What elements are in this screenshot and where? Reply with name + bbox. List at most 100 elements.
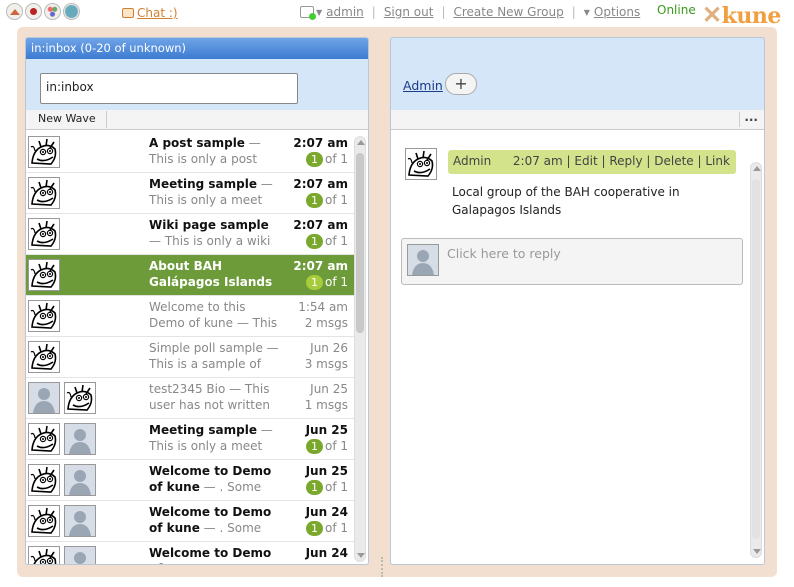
message-count: 1 msgs (304, 398, 348, 412)
status-icon[interactable] (300, 6, 316, 20)
wave-summary: Welcome to Demo of kune — . Some tips to (149, 504, 284, 536)
participant-link[interactable]: Admin (403, 78, 443, 93)
unread-badge: 1 (305, 193, 323, 208)
search-input[interactable]: in:inbox (40, 73, 298, 104)
add-participant-button[interactable]: + (445, 73, 477, 95)
divider: | (371, 5, 376, 19)
divider: | (441, 5, 446, 19)
unread-badge: 1 (305, 152, 323, 167)
wave-list: A post sample — This is only a post samp… (26, 132, 354, 564)
wave-time: Jun 24 (305, 546, 348, 560)
wave-item[interactable]: Welcome to Demo of kune — . Some tips to… (26, 501, 354, 542)
wave-item[interactable]: Welcome to Demo of kune — . Some tips to… (26, 460, 354, 501)
wave-summary: Welcome to Demo of kune — . Some tips to (149, 463, 284, 495)
wave-summary: Welcome to Demo of (149, 545, 284, 564)
wave-title: A post sample (149, 136, 245, 150)
wave-title: About BAH Galápagos Islands (149, 259, 273, 289)
options-link[interactable]: Options (594, 5, 640, 19)
wave-snippet: Simple poll sample — This is a sample of… (149, 341, 279, 371)
globe-icon[interactable] (63, 3, 80, 20)
avatar (64, 505, 96, 537)
scroll-up-arrow[interactable] (357, 140, 365, 145)
message-count: of 1 (324, 439, 348, 453)
wave-item[interactable]: Welcome to this Demo of kune — This 1:54 … (26, 296, 354, 337)
avatar (28, 259, 60, 291)
wave-meta: 1:54 am 2 msgs (298, 299, 348, 331)
more-options-button[interactable]: ... (744, 110, 758, 124)
online-status[interactable]: Online (657, 3, 696, 17)
wave-snippet: — This is only a wiki (149, 234, 271, 248)
chevron-down-icon[interactable]: ▼ (584, 8, 590, 17)
wave-scrollbar[interactable] (750, 162, 762, 558)
wave-item[interactable]: Meeting sample — This is only a meet 2:07… (26, 173, 354, 214)
wave-meta: 2:07 am 1 of 1 (293, 135, 348, 167)
wave-summary: Simple poll sample — This is a sample of… (149, 340, 284, 372)
inbox-scrollbar[interactable] (354, 136, 366, 562)
scroll-thumb[interactable] (752, 179, 760, 539)
blip-reply-action[interactable]: Reply (609, 154, 642, 168)
wave-summary: test2345 Bio — This user has not written… (149, 381, 284, 413)
top-bar: Chat :) ▼ admin | Sign out | Create New … (0, 0, 794, 29)
blip-time: 2:07 am (512, 154, 563, 168)
blip-body: Local group of the BAH cooperative in Ga… (452, 185, 680, 217)
new-wave-button[interactable]: New Wave (28, 111, 107, 128)
unread-badge: 1 (305, 521, 323, 536)
unread-badge: 1 (305, 275, 323, 290)
wave-meta: Jun 25 1 of 1 (306, 463, 348, 495)
message-count: of 1 (324, 193, 348, 207)
avatar (28, 300, 60, 332)
wave-snippet: test2345 Bio — This user has not written… (149, 382, 270, 412)
blip-delete-action[interactable]: Delete (654, 154, 693, 168)
wave-toolbar: ... (391, 110, 764, 130)
wave-item[interactable]: Meeting sample — This is only a meet Jun … (26, 419, 354, 460)
scroll-thumb[interactable] (356, 153, 364, 333)
chevron-down-icon[interactable]: ▼ (316, 8, 322, 17)
wave-meta: Jun 26 3 msgs (305, 340, 348, 372)
wave-item[interactable]: A post sample — This is only a post samp… (26, 132, 354, 173)
blip-meta: Admin 2:07 am | Edit | Reply | Delete | … (448, 150, 736, 174)
kune-logo: ✕kune (702, 0, 781, 29)
unread-badge: 1 (305, 439, 323, 454)
message-count: 3 msgs (304, 357, 348, 371)
wave-item[interactable]: Simple poll sample — This is a sample of… (26, 337, 354, 378)
avatar (28, 505, 60, 537)
blip-edit-action[interactable]: Edit (574, 154, 597, 168)
splitter-handle[interactable] (381, 557, 385, 577)
user-link[interactable]: admin (326, 5, 364, 19)
apps-icon[interactable] (44, 3, 61, 20)
create-group-link[interactable]: Create New Group (454, 5, 564, 19)
scroll-down-arrow[interactable] (357, 553, 365, 558)
scroll-up-arrow[interactable] (753, 166, 761, 171)
wave-time: Jun 26 (310, 341, 348, 355)
divider (739, 112, 740, 127)
scroll-down-arrow[interactable] (753, 549, 761, 554)
wave-item[interactable]: test2345 Bio — This user has not written… (26, 378, 354, 419)
wave-meta: 2:07 am 1 of 1 (293, 176, 348, 208)
avatar (28, 464, 60, 496)
chat-link[interactable]: Chat :) (122, 6, 178, 20)
wave-title: Welcome to Demo of (149, 546, 272, 564)
wave-item[interactable]: Welcome to Demo of Jun 24 (26, 542, 354, 564)
wave-item-selected[interactable]: About BAH Galápagos Islands — 2:07 am 1of … (26, 255, 354, 296)
reply-placeholder[interactable]: Click here to reply (447, 246, 561, 261)
inbox-toolbar: New Wave (26, 110, 368, 130)
wave-item[interactable]: Wiki page sample — This is only a wiki 2:… (26, 214, 354, 255)
avatar (28, 218, 60, 250)
avatar (64, 382, 96, 414)
separator: | (597, 154, 610, 168)
avatar (28, 546, 60, 564)
reply-box[interactable]: Click here to reply (401, 238, 743, 285)
wave-summary: Meeting sample — This is only a meet (149, 176, 284, 208)
record-icon[interactable] (25, 3, 42, 20)
wave-meta: Jun 25 1 of 1 (306, 422, 348, 454)
wave-title: Meeting sample (149, 423, 257, 437)
wave-time: 2:07 am (293, 259, 348, 273)
wave-summary: Wiki page sample — This is only a wiki (149, 217, 284, 249)
blip-link-action[interactable]: Link (705, 154, 730, 168)
wave-summary: A post sample — This is only a post samp… (149, 135, 284, 167)
home-icon[interactable] (6, 3, 23, 20)
avatar (407, 244, 439, 276)
sign-out-link[interactable]: Sign out (384, 5, 434, 19)
wave-meta: 2:07 am 1 of 1 (293, 258, 348, 290)
wave-meta: Jun 24 1 of 1 (306, 504, 348, 536)
